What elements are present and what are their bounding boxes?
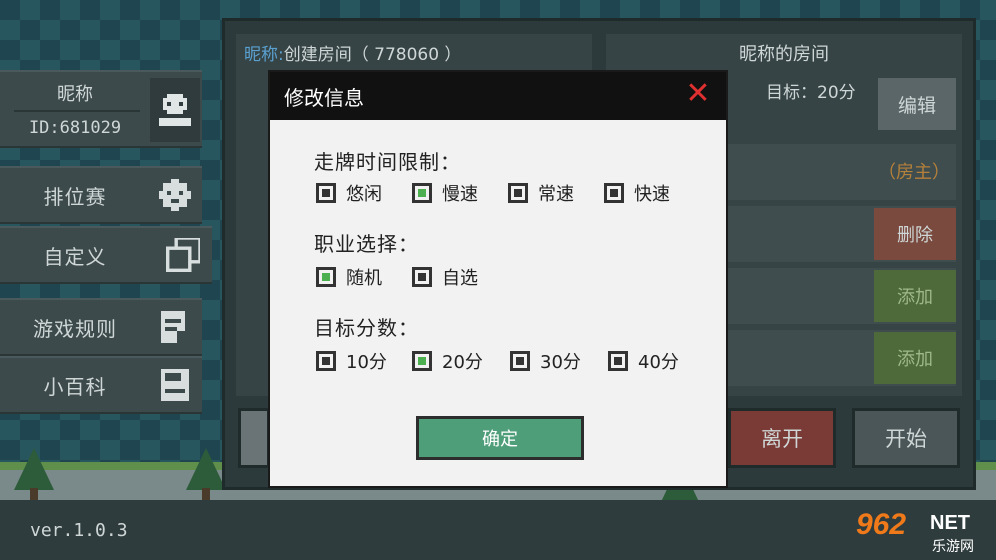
hidden-button[interactable] bbox=[238, 408, 270, 468]
profile-card[interactable]: 昵称 ID:681029 bbox=[0, 70, 202, 148]
checkbox-checked-icon[interactable] bbox=[412, 183, 432, 203]
document-icon bbox=[154, 306, 196, 348]
score-option-20-label: 20分 bbox=[442, 352, 483, 373]
menu-wiki-label: 小百科 bbox=[43, 374, 107, 399]
checkbox-icon[interactable] bbox=[604, 183, 624, 203]
leave-button[interactable]: 离开 bbox=[728, 408, 836, 468]
profession-option-random-label: 随机 bbox=[346, 268, 382, 289]
score-option-40[interactable]: 40分 bbox=[608, 348, 679, 374]
checkbox-checked-icon[interactable] bbox=[316, 267, 336, 287]
score-option-10[interactable]: 10分 bbox=[316, 348, 387, 374]
add-button-1[interactable]: 添加 bbox=[874, 270, 956, 322]
score-option-30-label: 30分 bbox=[540, 352, 581, 373]
profession-option-random[interactable]: 随机 bbox=[316, 264, 382, 290]
room-nick-label: 昵称: bbox=[244, 45, 284, 65]
menu-custom-label: 自定义 bbox=[43, 244, 107, 269]
checkbox-icon[interactable] bbox=[316, 351, 336, 371]
skull-icon bbox=[150, 78, 200, 142]
time-option-slow[interactable]: 慢速 bbox=[412, 180, 478, 206]
checkbox-icon[interactable] bbox=[412, 267, 432, 287]
time-limit-title: 走牌时间限制： bbox=[314, 150, 461, 174]
profile-divider bbox=[14, 110, 140, 112]
time-option-leisure-label: 悠闲 bbox=[346, 184, 382, 205]
overlap-squares-icon bbox=[162, 234, 204, 276]
score-option-10-label: 10分 bbox=[346, 352, 387, 373]
menu-rules[interactable]: 游戏规则 bbox=[0, 298, 202, 356]
room-title: 昵称的房间 bbox=[739, 44, 829, 65]
dialog-title: 修改信息 bbox=[284, 86, 364, 110]
start-button[interactable]: 开始 bbox=[852, 408, 960, 468]
time-option-normal-label: 常速 bbox=[538, 184, 574, 205]
target-score-label: 目标：20分 bbox=[766, 83, 856, 103]
edit-info-dialog: 修改信息 ✕ 走牌时间限制： 悠闲 慢速 常速 快速 职业选择： 随机 自选 目… bbox=[268, 70, 728, 488]
score-option-20[interactable]: 20分 bbox=[412, 348, 483, 374]
room-name-text: 创建房间（ 778060 ） bbox=[283, 45, 462, 65]
menu-rules-label: 游戏规则 bbox=[33, 316, 117, 341]
watermark-number: 962 bbox=[856, 508, 907, 541]
time-option-fast[interactable]: 快速 bbox=[604, 180, 670, 206]
time-option-slow-label: 慢速 bbox=[442, 184, 478, 205]
checkbox-icon[interactable] bbox=[508, 183, 528, 203]
dialog-header: 修改信息 ✕ bbox=[270, 72, 726, 120]
checkbox-icon[interactable] bbox=[316, 183, 336, 203]
checkbox-checked-icon[interactable] bbox=[412, 351, 432, 371]
add-button-2[interactable]: 添加 bbox=[874, 332, 956, 384]
delete-button[interactable]: 删除 bbox=[874, 208, 956, 260]
site-watermark: 962 NET 乐游网 bbox=[856, 508, 990, 556]
room-name: 昵称:创建房间（ 778060 ） bbox=[244, 40, 461, 65]
menu-ranked-label: 排位赛 bbox=[43, 184, 107, 209]
time-option-fast-label: 快速 bbox=[634, 184, 670, 205]
owner-badge: （房主） bbox=[878, 162, 950, 183]
watermark-site: 乐游网 bbox=[932, 539, 974, 555]
time-option-leisure[interactable]: 悠闲 bbox=[316, 180, 382, 206]
menu-wiki[interactable]: 小百科 bbox=[0, 356, 202, 414]
checkbox-icon[interactable] bbox=[608, 351, 628, 371]
menu-custom[interactable]: 自定义 bbox=[0, 226, 212, 284]
checkbox-icon[interactable] bbox=[510, 351, 530, 371]
score-option-40-label: 40分 bbox=[638, 352, 679, 373]
profession-option-choose-label: 自选 bbox=[442, 268, 478, 289]
time-option-normal[interactable]: 常速 bbox=[508, 180, 574, 206]
profession-option-choose[interactable]: 自选 bbox=[412, 264, 478, 290]
watermark-net: NET bbox=[930, 512, 970, 534]
profile-id: ID:681029 bbox=[28, 118, 122, 138]
score-option-30[interactable]: 30分 bbox=[510, 348, 581, 374]
close-x-icon[interactable]: ✕ bbox=[684, 79, 712, 109]
edit-button[interactable]: 编辑 bbox=[878, 78, 956, 130]
version-label: ver.1.0.3 bbox=[30, 520, 128, 541]
save-disk-icon bbox=[154, 364, 196, 406]
target-score-title: 目标分数： bbox=[314, 316, 419, 340]
gear-monster-icon bbox=[154, 174, 196, 216]
bottom-bar bbox=[0, 500, 996, 560]
confirm-button[interactable]: 确定 bbox=[416, 416, 584, 460]
menu-ranked[interactable]: 排位赛 bbox=[0, 166, 202, 224]
profession-title: 职业选择： bbox=[314, 232, 419, 256]
profile-nickname: 昵称 bbox=[57, 84, 93, 105]
